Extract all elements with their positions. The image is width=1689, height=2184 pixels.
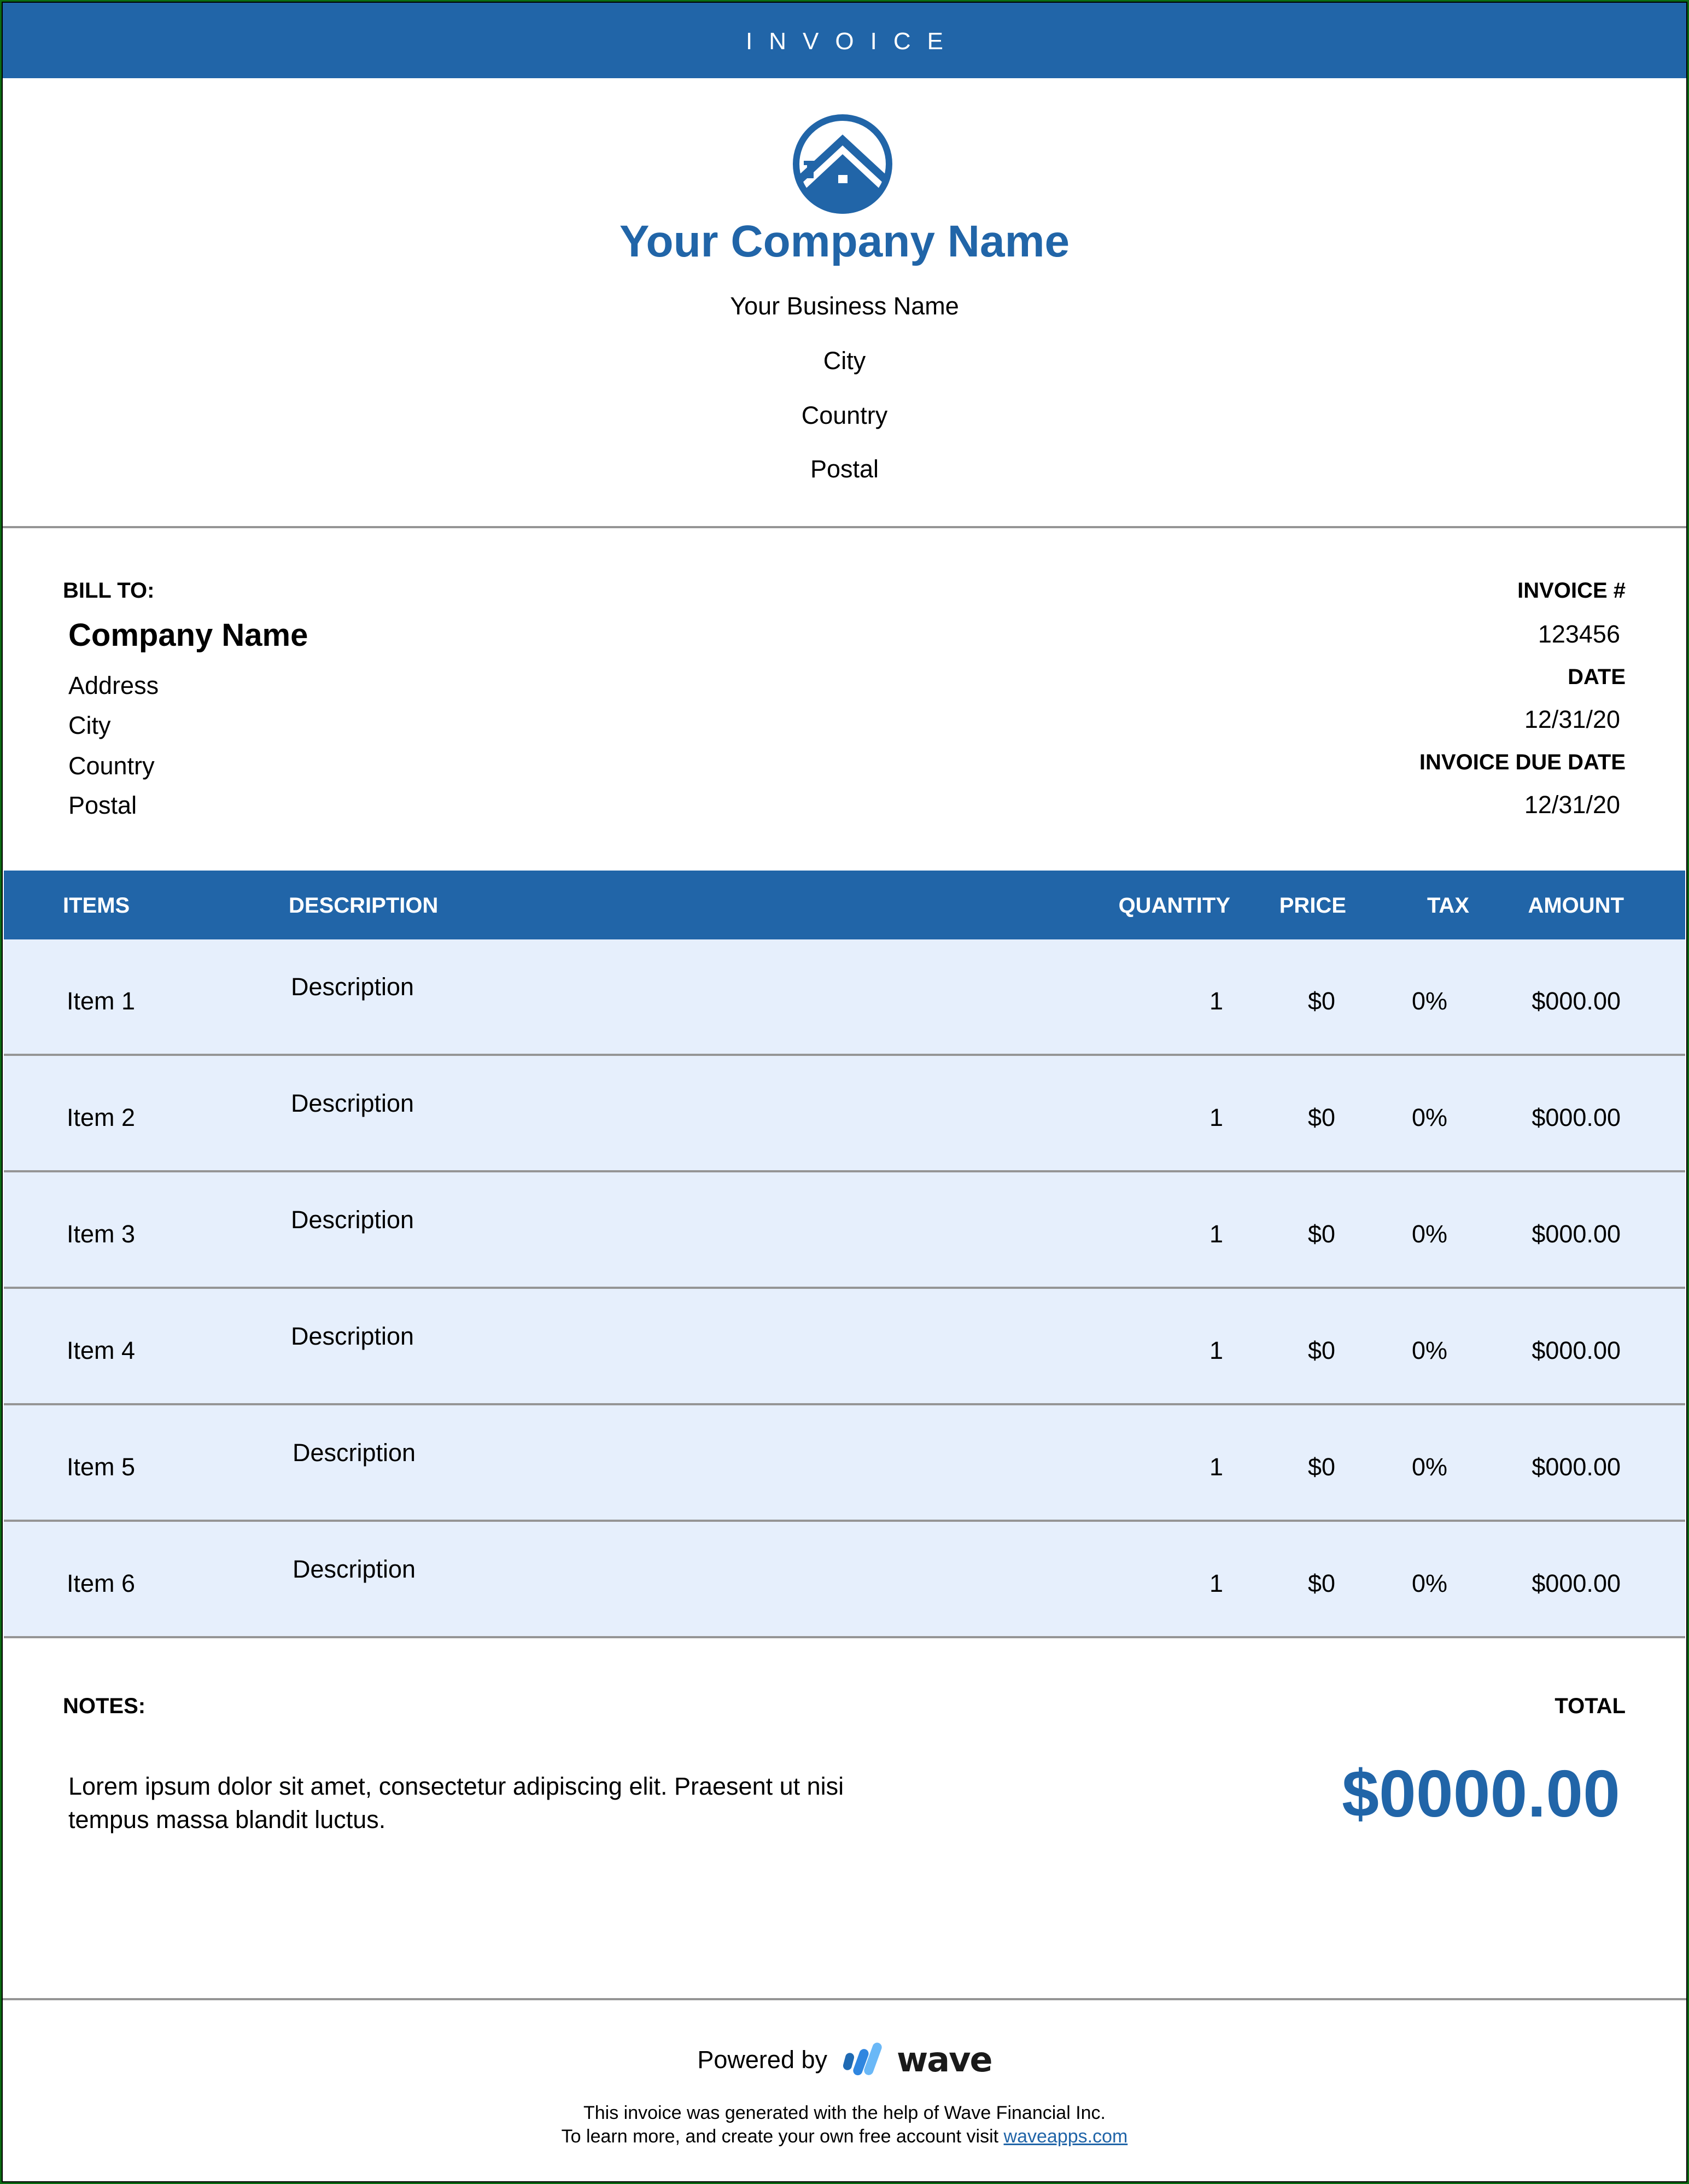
total-label: TOTAL (1554, 1694, 1626, 1718)
house-in-circle-icon (793, 114, 892, 214)
footer-line-2: To learn more, and create your own free … (0, 2126, 1689, 2147)
item-name: Item 2 (67, 1103, 136, 1131)
item-amount: $000.00 (1532, 1453, 1621, 1481)
column-header-description: DESCRIPTION (289, 894, 439, 918)
item-price: $0 (1307, 1220, 1335, 1248)
company-city: City (823, 347, 866, 375)
table-header: ITEMS DESCRIPTION QUANTITY PRICE TAX AMO… (4, 871, 1685, 939)
column-header-amount: AMOUNT (1528, 894, 1624, 918)
invoice-number-value: 123456 (1538, 620, 1620, 648)
item-amount: $000.00 (1532, 1103, 1621, 1131)
table-row: Item 1 Description 1 $0 0% $000.00 (4, 939, 1685, 1056)
table-row: Item 3 Description 1 $0 0% $000.00 (4, 1172, 1685, 1289)
item-description: Description (293, 1555, 416, 1583)
table-row: Item 4 Description 1 $0 0% $000.00 (4, 1289, 1685, 1405)
item-tax: 0% (1411, 1336, 1447, 1364)
item-quantity: 1 (1209, 1453, 1223, 1481)
item-amount: $000.00 (1532, 1220, 1621, 1248)
invoice-title: INVOICE (746, 28, 960, 55)
item-description: Description (291, 1206, 414, 1234)
company-postal: Postal (810, 455, 879, 483)
bill-to-postal: Postal (68, 791, 137, 819)
bill-to-label: BILL TO: (63, 579, 155, 603)
total-amount: $0000.00 (1342, 1756, 1620, 1831)
table-row: Item 5 Description 1 $0 0% $000.00 (4, 1405, 1685, 1522)
company-country: Country (801, 401, 888, 429)
powered-by: Powered by wave (0, 2040, 1689, 2080)
item-tax: 0% (1411, 1569, 1447, 1597)
footer-divider (3, 1998, 1686, 2000)
item-amount: $000.00 (1532, 1336, 1621, 1364)
powered-by-text: Powered by (697, 2045, 827, 2074)
item-description: Description (291, 973, 414, 1001)
item-quantity: 1 (1209, 1103, 1223, 1131)
date-value: 12/31/20 (1524, 705, 1620, 733)
item-quantity: 1 (1209, 1569, 1223, 1597)
column-header-price: PRICE (1279, 894, 1346, 918)
item-description: Description (291, 1322, 414, 1350)
waveapps-link[interactable]: waveapps.com (1004, 2126, 1128, 2147)
bill-to-country: Country (68, 752, 155, 780)
item-description: Description (293, 1439, 416, 1467)
item-quantity: 1 (1209, 987, 1223, 1015)
items-table: ITEMS DESCRIPTION QUANTITY PRICE TAX AMO… (4, 871, 1685, 1638)
item-description: Description (291, 1089, 414, 1117)
company-name: Your Company Name (619, 217, 1070, 266)
bill-to-address: Address (68, 671, 159, 699)
item-name: Item 3 (67, 1220, 136, 1248)
item-quantity: 1 (1209, 1220, 1223, 1248)
wave-logo-icon (843, 2042, 882, 2075)
item-quantity: 1 (1209, 1336, 1223, 1364)
item-name: Item 5 (67, 1453, 136, 1481)
table-row: Item 2 Description 1 $0 0% $000.00 (4, 1056, 1685, 1172)
wave-brand-name: wave (897, 2040, 993, 2080)
item-price: $0 (1307, 1103, 1335, 1131)
invoice-number-label: INVOICE # (1517, 579, 1626, 603)
item-price: $0 (1307, 1453, 1335, 1481)
item-price: $0 (1307, 1569, 1335, 1597)
notes-label: NOTES: (63, 1694, 146, 1718)
bill-to-company-name: Company Name (68, 617, 308, 653)
section-divider (3, 526, 1686, 528)
date-label: DATE (1568, 665, 1626, 689)
due-date-value: 12/31/20 (1524, 791, 1620, 819)
item-tax: 0% (1411, 1220, 1447, 1248)
business-name: Your Business Name (730, 292, 959, 320)
item-tax: 0% (1411, 1103, 1447, 1131)
column-header-quantity: QUANTITY (1118, 894, 1230, 918)
notes-text: Lorem ipsum dolor sit amet, consectetur … (68, 1772, 844, 1833)
due-date-label: INVOICE DUE DATE (1419, 750, 1626, 774)
column-header-tax: TAX (1427, 894, 1469, 918)
item-amount: $000.00 (1532, 987, 1621, 1015)
item-amount: $000.00 (1532, 1569, 1621, 1597)
column-header-items: ITEMS (63, 894, 130, 918)
item-tax: 0% (1411, 987, 1447, 1015)
invoice-header-band: INVOICE (3, 3, 1686, 78)
item-price: $0 (1307, 1336, 1335, 1364)
item-tax: 0% (1411, 1453, 1447, 1481)
item-price: $0 (1307, 987, 1335, 1015)
item-name: Item 1 (67, 987, 136, 1015)
bill-to-city: City (68, 711, 111, 739)
footer-line-2-text: To learn more, and create your own free … (561, 2126, 1004, 2147)
item-name: Item 4 (67, 1336, 136, 1364)
table-row: Item 6 Description 1 $0 0% $000.00 (4, 1522, 1685, 1638)
item-name: Item 6 (67, 1569, 136, 1597)
footer-line-1: This invoice was generated with the help… (583, 2103, 1106, 2123)
